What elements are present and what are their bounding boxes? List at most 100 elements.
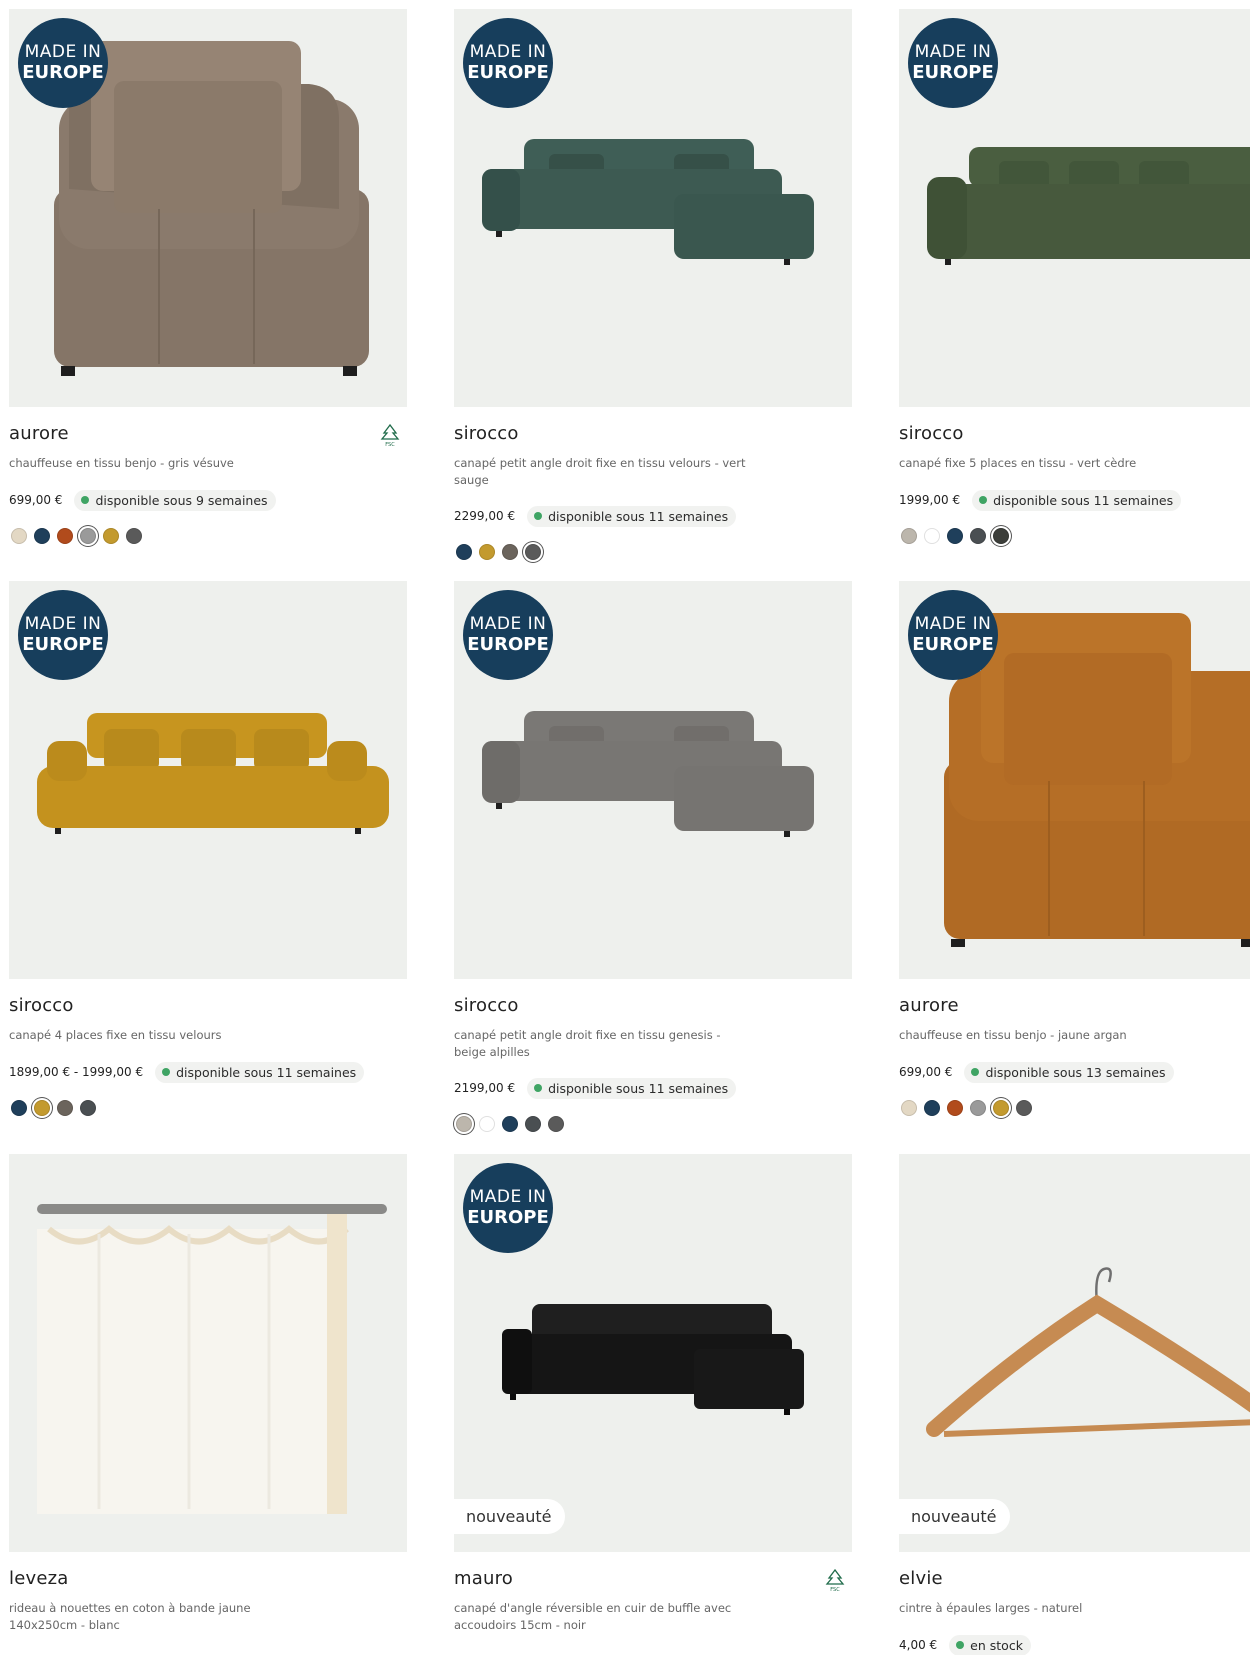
availability-badge: disponible sous 11 semaines (972, 489, 1182, 511)
product-card[interactable]: MADE IN EUROPE sirocco canapé 4 places f… (9, 581, 407, 1141)
product-description: cintre à épaules larges - naturel (899, 1601, 1083, 1615)
product-image[interactable]: MADE IN EUROPE (9, 9, 407, 407)
color-swatch[interactable] (525, 1116, 541, 1132)
product-image[interactable]: MADE IN EUROPE (899, 581, 1250, 979)
product-image[interactable]: nouveauté (899, 1154, 1250, 1552)
color-swatches (456, 1116, 564, 1132)
product-card[interactable]: leveza rideau à nouettes en coton à band… (9, 1154, 407, 1655)
product-card[interactable]: nouveauté elvie cintre à épaules larges … (899, 1154, 1250, 1655)
color-swatch[interactable] (1016, 1100, 1032, 1116)
color-swatch[interactable] (993, 528, 1009, 544)
product-image[interactable] (9, 1154, 407, 1552)
product-title[interactable]: sirocco (899, 423, 964, 444)
made-in-europe-badge: MADE IN EUROPE (908, 590, 998, 680)
color-swatches (901, 1100, 1032, 1116)
availability-dot-icon (81, 496, 90, 504)
product-price: 699,00 € (899, 1065, 953, 1079)
product-image[interactable]: MADE IN EUROPE (899, 9, 1250, 407)
color-swatch[interactable] (970, 528, 986, 544)
availability-dot-icon (162, 1068, 171, 1076)
price-line: 2199,00 € disponible sous 11 semaines (454, 1077, 737, 1099)
made-in-europe-badge: MADE IN EUROPE (18, 590, 108, 680)
product-card[interactable]: MADE IN EUROPE sirocco canapé petit angl… (454, 581, 852, 1141)
product-card[interactable]: MADE IN EUROPE aurore FSC chauffeuse en … (9, 9, 407, 569)
product-title[interactable]: sirocco (9, 995, 74, 1016)
color-swatch[interactable] (34, 1100, 50, 1116)
badge-line-1: MADE IN (24, 42, 102, 62)
color-swatch[interactable] (924, 528, 940, 544)
availability-text: disponible sous 9 semaines (95, 492, 268, 508)
svg-text:FSC: FSC (830, 1587, 840, 1592)
color-swatch[interactable] (947, 1100, 963, 1116)
price-line: 699,00 € disponible sous 9 semaines (9, 489, 276, 511)
color-swatch[interactable] (901, 528, 917, 544)
product-title[interactable]: leveza (9, 1568, 68, 1589)
product-price: 699,00 € (9, 493, 63, 507)
product-description: canapé petit angle droit fixe en tissu g… (454, 1028, 721, 1059)
availability-badge: disponible sous 9 semaines (74, 489, 276, 511)
product-card[interactable]: MADE IN EUROPE sirocco canapé petit angl… (454, 9, 852, 569)
product-card[interactable]: MADE IN EUROPE sirocco canapé fixe 5 pla… (899, 9, 1250, 569)
product-title[interactable]: mauro (454, 1568, 513, 1589)
color-swatch[interactable] (11, 1100, 27, 1116)
fsc-icon: FSC (825, 1568, 845, 1592)
badge-line-1: MADE IN (24, 614, 102, 634)
color-swatch[interactable] (479, 1116, 495, 1132)
badge-line-2: EUROPE (467, 1207, 549, 1228)
availability-dot-icon (956, 1641, 965, 1649)
color-swatch[interactable] (34, 528, 50, 544)
product-image[interactable]: MADE IN EUROPE (454, 9, 852, 407)
color-swatch[interactable] (993, 1100, 1009, 1116)
product-title[interactable]: elvie (899, 1568, 943, 1589)
price-line: 699,00 € disponible sous 13 semaines (899, 1061, 1174, 1083)
product-title[interactable]: sirocco (454, 423, 519, 444)
price-line: 4,00 € en stock (899, 1634, 1031, 1655)
badge-line-1: MADE IN (469, 1187, 547, 1207)
availability-badge: disponible sous 11 semaines (527, 1077, 737, 1099)
availability-text: disponible sous 11 semaines (548, 508, 729, 524)
product-title[interactable]: aurore (9, 423, 69, 444)
availability-dot-icon (979, 496, 988, 504)
color-swatch[interactable] (479, 544, 495, 560)
color-swatch[interactable] (947, 528, 963, 544)
new-badge: nouveauté (899, 1499, 1011, 1534)
product-price: 2199,00 € (454, 1081, 516, 1095)
badge-line-1: MADE IN (914, 42, 992, 62)
made-in-europe-badge: MADE IN EUROPE (463, 18, 553, 108)
product-price: 4,00 € (899, 1638, 938, 1652)
color-swatch[interactable] (502, 1116, 518, 1132)
color-swatch[interactable] (103, 528, 119, 544)
color-swatch[interactable] (80, 1100, 96, 1116)
made-in-europe-badge: MADE IN EUROPE (463, 1163, 553, 1253)
color-swatch[interactable] (924, 1100, 940, 1116)
color-swatch[interactable] (57, 1100, 73, 1116)
made-in-europe-badge: MADE IN EUROPE (463, 590, 553, 680)
color-swatch[interactable] (901, 1100, 917, 1116)
color-swatches (11, 1100, 96, 1116)
color-swatch[interactable] (80, 528, 96, 544)
product-image[interactable]: MADE IN EUROPE (9, 581, 407, 979)
product-title[interactable]: aurore (899, 995, 959, 1016)
color-swatch[interactable] (456, 544, 472, 560)
color-swatches (11, 528, 142, 544)
color-swatch[interactable] (11, 528, 27, 544)
color-swatch[interactable] (456, 1116, 472, 1132)
color-swatch[interactable] (548, 1116, 564, 1132)
availability-badge: disponible sous 11 semaines (527, 505, 737, 527)
badge-line-1: MADE IN (914, 614, 992, 634)
curtain-icon (37, 1204, 387, 1514)
product-card[interactable]: MADE IN EUROPE aurore chauffeuse en tiss… (899, 581, 1250, 1141)
badge-line-2: EUROPE (22, 62, 104, 83)
badge-line-2: EUROPE (912, 634, 994, 655)
product-title[interactable]: sirocco (454, 995, 519, 1016)
color-swatch[interactable] (525, 544, 541, 560)
color-swatch[interactable] (970, 1100, 986, 1116)
product-card[interactable]: MADE IN EUROPE nouveauté mauro FSC canap… (454, 1154, 852, 1655)
color-swatch[interactable] (57, 528, 73, 544)
badge-line-2: EUROPE (912, 62, 994, 83)
product-image[interactable]: MADE IN EUROPE (454, 581, 852, 979)
color-swatch[interactable] (502, 544, 518, 560)
product-image[interactable]: MADE IN EUROPE nouveauté (454, 1154, 852, 1552)
color-swatch[interactable] (126, 528, 142, 544)
availability-dot-icon (971, 1068, 980, 1076)
